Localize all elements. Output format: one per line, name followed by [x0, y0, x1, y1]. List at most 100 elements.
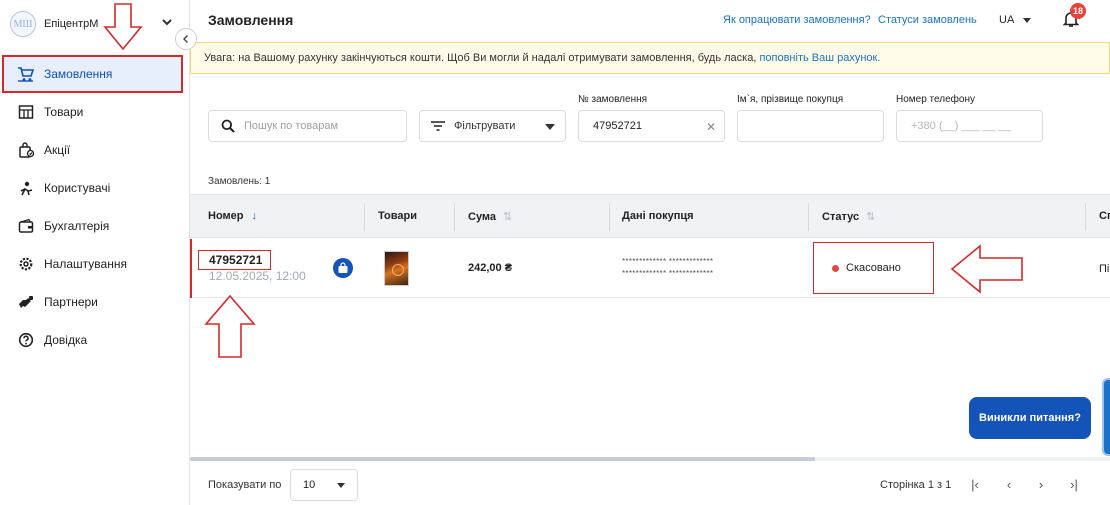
orders-count: Замовлень: 1 — [208, 176, 271, 187]
first-page-icon[interactable]: |‹ — [967, 476, 983, 492]
low-balance-warning: Увага: на Вашому рахунку закінчуються ко… — [190, 42, 1110, 74]
row-highlight-bar — [190, 239, 192, 298]
column-buyer: Дані покупця — [622, 210, 694, 222]
per-page-label: Показувати по — [208, 479, 282, 491]
clear-icon[interactable]: ✕ — [706, 120, 716, 134]
sidebar-item-settings[interactable]: Налаштування — [0, 245, 189, 283]
column-label: Номер — [208, 210, 244, 222]
status-label: Скасовано — [846, 262, 901, 274]
handshake-icon — [17, 294, 34, 311]
sidebar-item-promotions[interactable]: Акції — [0, 131, 189, 169]
warning-text: Увага: на Вашому рахунку закінчуються ко… — [204, 52, 760, 64]
notification-badge: 18 — [1070, 3, 1086, 19]
sort-icon[interactable]: ⇅ — [503, 210, 512, 223]
store-name: ЕпіцентрМ — [44, 18, 99, 30]
cart-icon — [17, 66, 34, 83]
column-status[interactable]: Статус ⇅ — [822, 210, 875, 224]
column-divider — [808, 203, 809, 231]
table-header: Номер ↓ Товари Сума ⇅ Дані покупця Стату… — [190, 194, 1110, 238]
filters-bar: Пошук по товарам Фільтрувати № замовленн… — [190, 74, 1110, 166]
how-to-process-link[interactable]: Як опрацювати замовлення? — [723, 14, 871, 26]
language-selector[interactable]: UA — [999, 14, 1014, 26]
sidebar-item-label: Користувачі — [44, 181, 111, 195]
help-chat-button[interactable]: Виникли питання? — [969, 397, 1091, 439]
column-label: Сп — [1099, 210, 1110, 222]
sidebar-item-label: Партнери — [44, 295, 98, 309]
shop-bag-icon — [333, 258, 353, 278]
side-widget-tab[interactable] — [1102, 378, 1110, 456]
help-icon — [17, 332, 34, 349]
filter-label: Фільтрувати — [454, 120, 516, 132]
product-thumbnail[interactable] — [384, 251, 409, 286]
last-page-icon[interactable]: ›| — [1066, 476, 1082, 492]
gift-icon — [17, 142, 34, 159]
sidebar-item-partners[interactable]: Партнери — [0, 283, 189, 321]
sidebar-item-orders[interactable]: Замовлення — [2, 55, 183, 93]
prev-page-icon[interactable]: ‹ — [1001, 476, 1017, 492]
caret-down-icon[interactable] — [1023, 18, 1031, 23]
order-number-label: № замовлення — [578, 94, 648, 105]
caret-down-icon — [545, 124, 555, 130]
phone-input[interactable]: +380 (__) ___ __ __ — [896, 110, 1043, 142]
collapse-sidebar-button[interactable] — [175, 28, 197, 50]
order-sum: 242,00 ₴ — [468, 262, 513, 274]
top-header: Замовлення Як опрацювати замовлення? Ста… — [190, 0, 1110, 42]
sidebar-item-users[interactable]: Користувачі — [0, 169, 189, 207]
search-placeholder: Пошук по товарам — [244, 120, 339, 132]
column-products: Товари — [378, 210, 417, 222]
next-page-icon[interactable]: › — [1033, 476, 1049, 492]
extra-column-value: Пі — [1099, 263, 1110, 275]
sidebar-item-help[interactable]: Довідка — [0, 321, 189, 359]
order-number-input[interactable]: 47952721 ✕ — [578, 110, 725, 142]
caret-down-icon — [337, 483, 345, 488]
column-label: Дані покупця — [622, 210, 694, 222]
column-number[interactable]: Номер ↓ — [208, 210, 257, 222]
annotation-arrow-down — [103, 3, 143, 51]
per-page-select[interactable]: 10 — [290, 469, 358, 501]
column-sum[interactable]: Сума ⇅ — [468, 210, 512, 224]
column-divider — [454, 203, 455, 231]
chevron-down-icon[interactable] — [160, 15, 174, 29]
order-number-value: 47952721 — [593, 120, 642, 132]
sidebar-item-label: Акції — [44, 143, 71, 157]
column-extra: Сп — [1099, 210, 1110, 222]
horizontal-scrollbar[interactable] — [190, 457, 815, 461]
search-icon — [221, 119, 235, 133]
annotation-arrow-up — [204, 294, 256, 358]
page-info: Сторінка 1 з 1 — [880, 479, 952, 491]
pagination-footer: Показувати по 10 Сторінка 1 з 1 |‹ ‹ › ›… — [190, 462, 1110, 505]
sidebar-item-products[interactable]: Товари — [0, 93, 189, 131]
per-page-value: 10 — [303, 479, 316, 491]
sidebar: МШ ЕпіцентрМ Замовлення Товари Акції Кор… — [0, 0, 190, 505]
phone-label: Номер телефону — [896, 94, 975, 105]
sidebar-nav: Замовлення Товари Акції Користувачі Бухг… — [0, 55, 189, 359]
sort-down-icon[interactable]: ↓ — [252, 210, 258, 222]
sidebar-item-label: Довідка — [44, 333, 88, 347]
store-icon — [17, 104, 34, 121]
page-title: Замовлення — [208, 12, 294, 28]
order-statuses-link[interactable]: Статуси замовлень — [878, 14, 977, 26]
buyer-line: ************* ************* — [622, 269, 714, 278]
chevron-left-icon — [183, 35, 188, 43]
sidebar-item-accounting[interactable]: Бухгалтерія — [0, 207, 189, 245]
filter-button[interactable]: Фільтрувати — [419, 110, 566, 142]
column-label: Статус — [822, 210, 860, 223]
column-divider — [364, 203, 365, 231]
buyer-name-input[interactable] — [737, 110, 884, 142]
filter-icon — [431, 121, 445, 131]
sidebar-item-label: Налаштування — [44, 257, 127, 271]
phone-placeholder: +380 (__) ___ __ __ — [911, 120, 1011, 132]
store-switcher[interactable]: МШ ЕпіцентрМ — [10, 9, 180, 39]
wallet-icon — [17, 218, 34, 235]
sort-icon[interactable]: ⇅ — [866, 210, 875, 223]
column-label: Товари — [378, 210, 417, 222]
users-icon — [17, 180, 34, 197]
gear-icon — [17, 256, 34, 273]
sidebar-item-label: Товари — [44, 105, 84, 119]
top-up-link[interactable]: поповніть Ваш рахунок. — [759, 52, 880, 64]
avatar: МШ — [10, 11, 36, 37]
product-search-input[interactable]: Пошук по товарам — [208, 110, 407, 142]
order-number[interactable]: 47952721 — [198, 250, 272, 270]
sidebar-item-label: Бухгалтерія — [44, 219, 110, 233]
buyer-line: ************* ************* — [622, 257, 714, 266]
